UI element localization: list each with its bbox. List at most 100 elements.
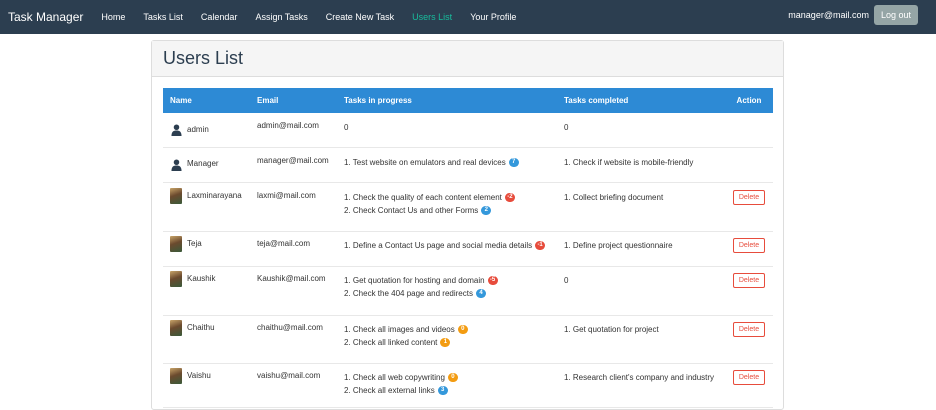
cell-action: Delete (725, 315, 773, 364)
nav-link-your-profile[interactable]: Your Profile (470, 12, 516, 22)
cell-completed: 1. Get quotation for project (557, 315, 725, 364)
nav-links: Home Tasks List Calendar Assign Tasks Cr… (101, 12, 534, 22)
user-name: Kaushik (187, 274, 216, 283)
cell-email: laxmi@mail.com (250, 182, 337, 232)
task-item: 1. Get quotation for hosting and domain -… (344, 274, 550, 287)
task-text: 1. Check if website is mobile-friendly (564, 157, 694, 167)
cell-email: chaithu@mail.com (250, 315, 337, 364)
user-name: admin (187, 124, 209, 134)
cell-name: Kaushik (163, 266, 250, 316)
logout-button[interactable]: Log out (873, 5, 918, 25)
user-email: vaishu@mail.com (257, 370, 321, 380)
nav-link-tasks-list[interactable]: Tasks List (143, 12, 183, 22)
avatar (170, 319, 182, 336)
current-user-email: manager@mail.com (788, 10, 869, 20)
task-badge: -5 (487, 275, 498, 285)
nav-link-assign-tasks[interactable]: Assign Tasks (255, 12, 307, 22)
task-badge: -1 (535, 240, 546, 250)
table-row: Kaushik Kaushik@mail.com 1. Get quotation … (163, 266, 773, 316)
task-item: 0 (344, 121, 550, 134)
user-email: admin@mail.com (257, 121, 319, 130)
cell-name: Teja (163, 231, 250, 267)
task-item: 1. Check all images and videos 0 (344, 323, 550, 336)
cell-action (725, 147, 773, 183)
page-title: Users List (163, 48, 244, 68)
cell-in-progress: 1. Get quotation for hosting and domain -… (337, 266, 557, 316)
user-icon (170, 122, 182, 136)
user-email: laxmi@mail.com (257, 190, 316, 200)
cell-in-progress: 1. Check all web copywriting 0 2. Check al… (337, 363, 557, 408)
table-row: Manager manager@mail.com 1. Test website o… (163, 147, 773, 183)
header-email: Email (257, 96, 279, 105)
task-text: 1. Get quotation for hosting and domain (344, 275, 485, 285)
cell-name: Manager (163, 147, 250, 183)
task-text: 2. Check the 404 page and redirects (344, 288, 473, 298)
nav-link-create-new-task[interactable]: Create New Task (326, 12, 394, 22)
task-text: 1. Check the quality of each content ele… (344, 192, 502, 202)
cell-completed: 1. Research client's company and industr… (557, 363, 725, 408)
task-item: 2. Check all external links 3 (344, 384, 550, 397)
cell-in-progress: 1. Check all images and videos 0 2. Check … (337, 315, 557, 364)
panel-heading: Users List (152, 41, 783, 77)
task-badge: 2 (481, 205, 492, 215)
avatar (170, 367, 182, 384)
task-text: 1. Research client's company and industr… (564, 372, 715, 382)
cell-in-progress: 0 (337, 113, 557, 148)
task-badge: 1 (440, 337, 451, 347)
task-item: 1. Research client's company and industr… (564, 371, 718, 384)
user-name: Manager (187, 159, 219, 168)
user-name: Vaishu (187, 371, 211, 380)
user-name: Laxminarayana (187, 191, 242, 200)
nav-link-users-list[interactable]: Users List (412, 12, 452, 22)
table-row: Chaithu chaithu@mail.com 1. Check all imag… (163, 315, 773, 364)
task-text: 1. Test website on emulators and real de… (344, 157, 506, 167)
avatar (170, 235, 182, 252)
table-row: Laxminarayana laxmi@mail.com 1. Check the … (163, 182, 773, 232)
task-text: 2. Check all linked content (344, 337, 438, 347)
task-text: 1. Check all web copywriting (344, 372, 445, 382)
table-row: admin admin@mail.com 0 0 (163, 113, 773, 148)
task-item: 1. Get quotation for project (564, 323, 718, 336)
cell-action: Delete (725, 182, 773, 232)
cell-action: Delete (725, 266, 773, 316)
delete-button[interactable]: Delete (732, 237, 766, 253)
user-name: Chaithu (187, 323, 215, 332)
delete-button[interactable]: Delete (732, 321, 766, 337)
task-badge: 3 (437, 385, 448, 395)
task-text: 0 (564, 123, 569, 132)
cell-action: Delete (725, 363, 773, 408)
header-completed: Tasks completed (564, 96, 629, 105)
cell-name: Chaithu (163, 315, 250, 364)
user-email: manager@mail.com (257, 155, 329, 165)
cell-name: Laxminarayana (163, 182, 250, 232)
cell-completed: 1. Check if website is mobile-friendly (557, 147, 725, 183)
cell-in-progress: 1. Test website on emulators and real de… (337, 147, 557, 183)
task-item: 1. Define project questionnaire (564, 239, 718, 252)
task-item: 2. Check all linked content 1 (344, 336, 550, 349)
nav-link-calendar[interactable]: Calendar (201, 12, 238, 22)
cell-email: vaishu@mail.com (250, 363, 337, 408)
user-icon (170, 157, 182, 171)
user-email: teja@mail.com (257, 238, 311, 248)
cell-in-progress: 1. Check the quality of each content ele… (337, 182, 557, 232)
nav-link-home[interactable]: Home (101, 12, 125, 22)
task-item: 0 (564, 274, 718, 287)
task-badge: 4 (475, 288, 486, 298)
delete-button[interactable]: Delete (732, 189, 766, 205)
delete-button[interactable]: Delete (732, 272, 766, 288)
task-badge: 7 (508, 157, 519, 167)
task-item: 1. Test website on emulators and real de… (344, 156, 550, 169)
header-action: Action (736, 96, 762, 105)
cell-name: admin (163, 113, 250, 148)
task-badge: 0 (457, 324, 468, 334)
user-name: Teja (187, 239, 202, 248)
nav-user-area: manager@mail.com Log out (788, 5, 918, 25)
task-badge: -2 (504, 192, 515, 202)
users-table-wrap: Name Email Tasks in progress Tasks compl… (163, 88, 773, 408)
task-item: 1. Check if website is mobile-friendly (564, 156, 718, 169)
task-badge: 0 (447, 372, 458, 382)
cell-completed: 1. Define project questionnaire (557, 231, 725, 267)
table-row: Vaishu vaishu@mail.com 1. Check all web co… (163, 363, 773, 408)
delete-button[interactable]: Delete (732, 369, 766, 385)
brand[interactable]: Task Manager (8, 10, 83, 24)
